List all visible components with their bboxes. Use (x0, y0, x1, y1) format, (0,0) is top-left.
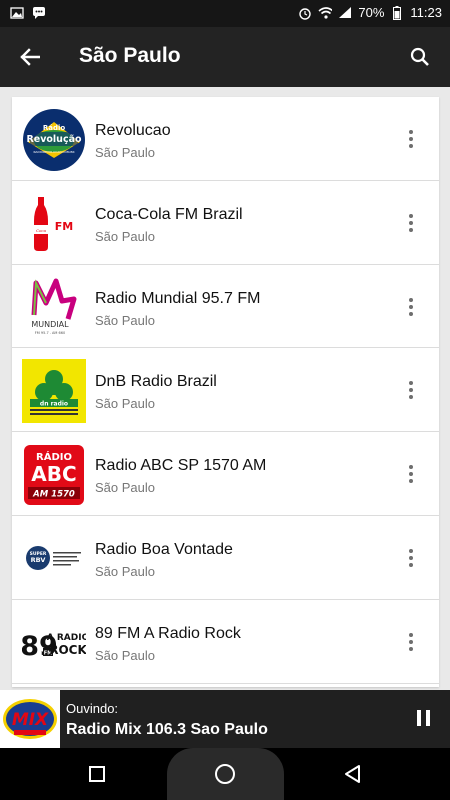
station-location: São Paulo (95, 647, 155, 663)
search-icon (410, 47, 429, 66)
station-name: Coca-Cola FM Brazil (95, 205, 243, 223)
back-nav-button[interactable] (340, 761, 366, 787)
more-options-icon[interactable] (399, 295, 423, 319)
list-item-station[interactable]: 89 FM A RADIO ROCK 89 FM A Radio Rock Sã… (12, 600, 439, 684)
clock: 11:23 (410, 5, 442, 20)
radio-revolucao-logo: Rádio Revolução RADIOREVOLUCAO.COM.BR (21, 107, 86, 172)
now-playing-title: Radio Mix 106.3 Sao Paulo (66, 721, 268, 738)
coca-cola-fm-logo: Coca FM (21, 191, 86, 256)
battery-icon (390, 5, 404, 20)
square-icon (89, 766, 105, 782)
dnb-radio-logo: dn radio (21, 358, 86, 423)
alarm-icon (298, 6, 312, 20)
station-name: Radio ABC SP 1570 AM (95, 457, 267, 475)
wifi-icon (318, 6, 333, 20)
pause-icon[interactable] (414, 710, 432, 728)
list-item-station[interactable]: RÁDIO ABC AM 1570 Radio ABC SP 1570 AM S… (12, 432, 439, 516)
mix-logo: MIX (0, 690, 60, 748)
station-list: Rádio Revolução RADIOREVOLUCAO.COM.BR Re… (12, 97, 439, 687)
list-item-station[interactable]: dn radio DnB Radio Brazil São Paulo (12, 348, 439, 433)
svg-text:ABC: ABC (31, 462, 76, 486)
more-options-icon[interactable] (399, 127, 423, 151)
station-name: Radio Mundial 95.7 FM (95, 289, 261, 307)
station-name: 89 FM A Radio Rock (95, 624, 241, 642)
navigation-bar (0, 748, 450, 800)
mundial-logo: MUNDIAL FM 95.7 . AM 660 (21, 275, 86, 340)
svg-text:dn radio: dn radio (39, 400, 67, 407)
home-button[interactable] (212, 761, 238, 787)
radio-abc-logo: RÁDIO ABC AM 1570 (21, 442, 86, 507)
station-location: São Paulo (95, 228, 155, 244)
now-playing-label: Ouvindo: (66, 701, 119, 716)
signal-icon (338, 6, 352, 20)
svg-text:Rádio: Rádio (42, 124, 65, 132)
89fm-logo: 89 FM A RADIO ROCK (21, 610, 86, 675)
svg-text:ROCK: ROCK (49, 643, 86, 657)
page-title: São Paulo (79, 44, 181, 67)
more-options-icon[interactable] (399, 378, 423, 402)
more-options-icon[interactable] (399, 630, 423, 654)
battery-percent: 70% (358, 5, 385, 20)
station-name: Radio Boa Vontade (95, 540, 233, 558)
more-options-icon[interactable] (399, 546, 423, 570)
svg-text:FM 95.7 . AM 660: FM 95.7 . AM 660 (34, 331, 64, 335)
more-options-icon[interactable] (399, 462, 423, 486)
svg-text:MUNDIAL: MUNDIAL (31, 320, 69, 329)
station-location: São Paulo (95, 312, 155, 328)
station-location: São Paulo (95, 396, 155, 412)
circle-icon (215, 764, 235, 784)
station-name: DnB Radio Brazil (95, 373, 217, 391)
svg-text:MIX: MIX (12, 710, 49, 730)
svg-text:A RADIO: A RADIO (46, 633, 85, 643)
search-button[interactable] (402, 39, 438, 75)
list-item-station[interactable]: MUNDIAL FM 95.7 . AM 660 Radio Mundial 9… (12, 265, 439, 349)
back-button[interactable] (12, 39, 48, 75)
station-location: São Paulo (95, 480, 155, 496)
list-item-station[interactable]: Coca FM Coca-Cola FM Brazil São Paulo (12, 181, 439, 265)
station-location: São Paulo (95, 145, 155, 160)
image-icon (10, 6, 24, 20)
triangle-back-icon (345, 765, 360, 783)
station-location: São Paulo (95, 563, 155, 579)
svg-text:Coca: Coca (35, 228, 46, 233)
list-item-station[interactable]: Rádio Revolução RADIOREVOLUCAO.COM.BR Re… (12, 97, 439, 181)
svg-text:RADIOREVOLUCAO.COM.BR: RADIOREVOLUCAO.COM.BR (33, 150, 74, 154)
arrow-back-icon (20, 48, 40, 66)
svg-text:Revolução: Revolução (26, 134, 82, 145)
sms-icon (32, 6, 46, 20)
recents-button[interactable] (84, 761, 110, 787)
more-options-icon[interactable] (399, 211, 423, 235)
app-bar: São Paulo (0, 27, 450, 87)
status-bar: 70% 11:23 (0, 0, 450, 27)
svg-text:AM 1570: AM 1570 (32, 489, 75, 499)
station-name: Revolucao (95, 122, 171, 139)
now-playing-bar[interactable]: MIX Ouvindo: Radio Mix 106.3 Sao Paulo (0, 690, 450, 748)
super-rbv-logo: SUPER RBV (21, 526, 86, 591)
list-item-station[interactable]: SUPER RBV Radio Boa Vontade São Paulo (12, 516, 439, 600)
svg-text:FM: FM (54, 220, 72, 233)
svg-text:RBV: RBV (30, 556, 45, 564)
